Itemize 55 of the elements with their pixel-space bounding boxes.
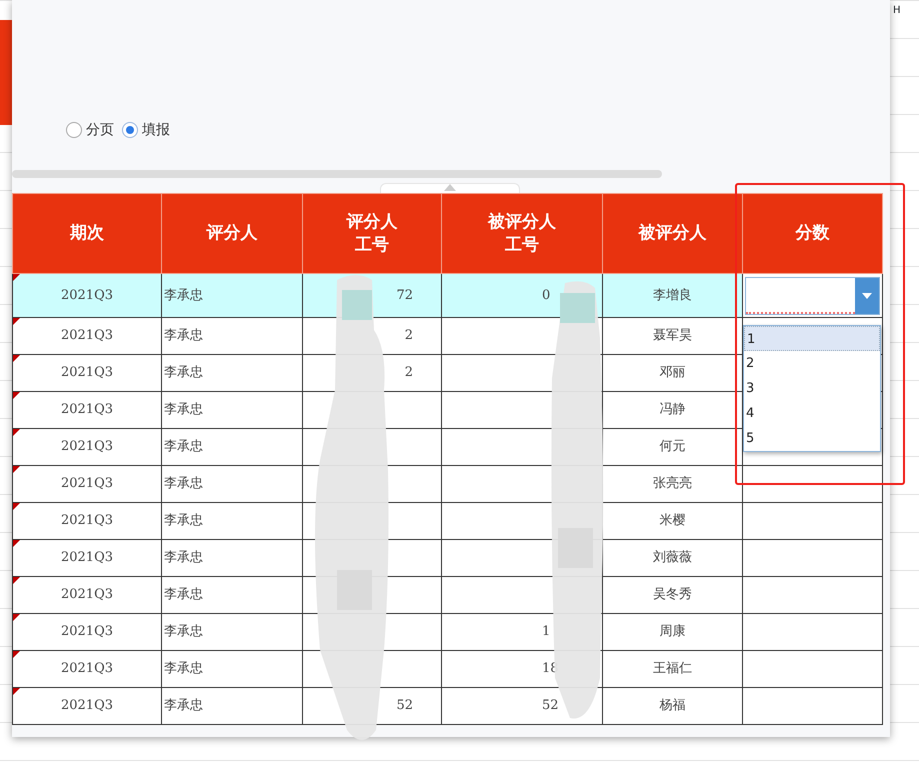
column-header: 被评分人: [602, 194, 742, 274]
table-cell: 李承忠: [162, 688, 302, 724]
triangle-up-icon[interactable]: [444, 184, 456, 191]
table-cell: 李承忠: [162, 428, 302, 466]
table-cell: 2021Q3: [12, 502, 162, 540]
table-cell: 刘薇薇: [602, 540, 742, 576]
table-cell: 李承忠: [162, 540, 302, 576]
column-header: 评分人 工号: [302, 194, 442, 274]
table-cell: 冯静: [602, 392, 742, 428]
table-cell: 2021Q3: [12, 540, 162, 576]
table-cell: 张亮亮: [602, 466, 742, 502]
table-cell: 2021Q3: [12, 392, 162, 428]
dropdown-option[interactable]: 1: [744, 326, 880, 351]
column-header: 分数: [742, 194, 882, 274]
dropdown-option[interactable]: 2: [744, 351, 880, 376]
table-cell: 2021Q3: [12, 650, 162, 688]
table-cell: 李增良: [602, 274, 742, 318]
table-cell: 吴冬秀: [602, 576, 742, 614]
column-label: H: [893, 5, 901, 16]
radio-button[interactable]: [66, 122, 82, 138]
table-cell: 李承忠: [162, 466, 302, 502]
table-cell: 李承忠: [162, 354, 302, 392]
collapse-toggle[interactable]: [380, 183, 520, 193]
column-header: 评分人: [162, 194, 302, 274]
table-cell: 2021Q3: [12, 466, 162, 502]
score-select[interactable]: [745, 276, 880, 314]
table-cell: 2021Q3: [12, 614, 162, 650]
table-cell: 李承忠: [162, 392, 302, 428]
table-cell: 2021Q3: [12, 318, 162, 354]
table-cell: 邓丽: [602, 354, 742, 392]
table-cell: 2021Q3: [12, 354, 162, 392]
column-header: 被评分人 工号: [442, 194, 602, 274]
table-cell: 李承忠: [162, 576, 302, 614]
radio-label[interactable]: 分页: [86, 120, 114, 140]
table-cell: 王福仁: [602, 650, 742, 688]
radio-button[interactable]: [122, 122, 138, 138]
table-cell: 2021Q3: [12, 428, 162, 466]
table-cell: 米樱: [602, 502, 742, 540]
table-cell: 杨福: [602, 688, 742, 724]
radio-label[interactable]: 填报: [142, 120, 170, 140]
table-cell: 2021Q3: [12, 274, 162, 318]
dropdown-option[interactable]: 5: [744, 426, 880, 451]
table-cell: 李承忠: [162, 274, 302, 318]
table-cell: 2021Q3: [12, 688, 162, 724]
scrollbar[interactable]: [12, 170, 662, 178]
table-cell: 李承忠: [162, 318, 302, 354]
table-cell: 李承忠: [162, 614, 302, 650]
column-header: 期次: [12, 194, 162, 274]
dropdown-option[interactable]: 3: [744, 376, 880, 401]
table-cell: 2021Q3: [12, 576, 162, 614]
table-cell: 李承忠: [162, 502, 302, 540]
table-cell: 周康: [602, 614, 742, 650]
table-cell: 李承忠: [162, 650, 302, 688]
table-cell: 聂军昊: [602, 318, 742, 354]
table-cell: 何元: [602, 428, 742, 466]
